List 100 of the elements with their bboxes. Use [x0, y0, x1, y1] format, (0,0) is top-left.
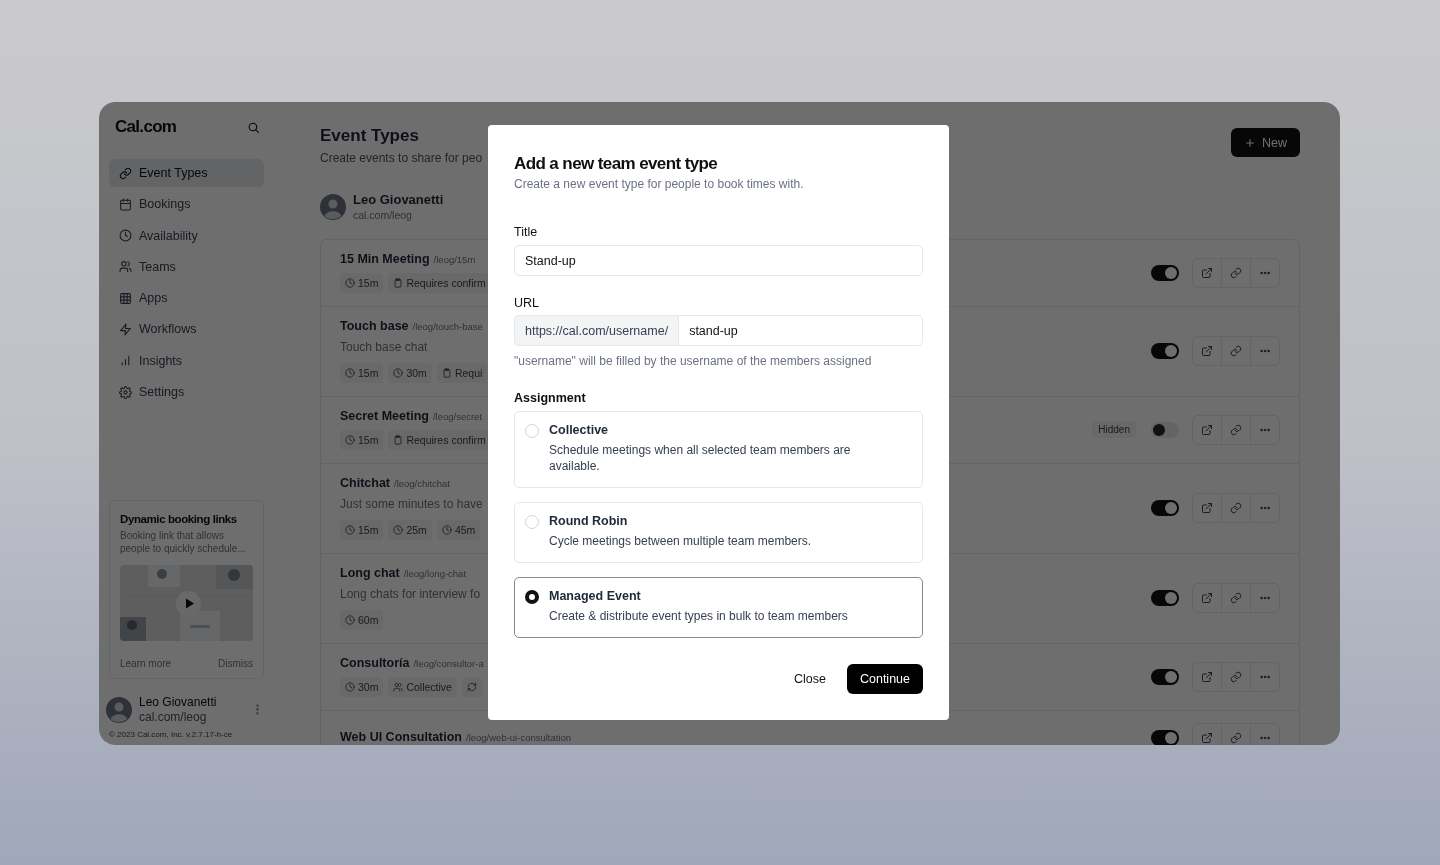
link-icon — [1230, 592, 1242, 604]
url-slug-field[interactable]: stand-up — [678, 315, 923, 346]
event-description: Just some minutes to have — [340, 496, 483, 512]
event-slug: /leog/touch-base — [412, 321, 483, 332]
toggle-switch[interactable] — [1151, 500, 1179, 516]
event-description: Long chats for interview fo — [340, 586, 481, 602]
profile-name: Leo Giovanetti — [353, 192, 444, 207]
learn-more-link[interactable]: Learn more — [120, 658, 172, 669]
lightning-icon — [119, 323, 132, 336]
page-subtitle: Create events to share for peo — [320, 151, 483, 165]
nav-item[interactable]: Teams — [109, 252, 264, 281]
tag-label: 25m — [406, 524, 427, 536]
copyright-text: © 2023 Cal.com, Inc. v.2.7.17-h-ce — [109, 730, 234, 739]
tag-label: 30m — [358, 681, 379, 693]
nav-item[interactable]: Availability — [109, 221, 264, 250]
toggle-switch[interactable] — [1151, 264, 1179, 281]
continue-button[interactable]: Continue — [846, 664, 923, 694]
event-title: Consultoría — [340, 656, 410, 670]
page-title: Event Types — [320, 126, 420, 146]
assignment-option[interactable]: Collective Schedule meetings when all selected team members are available. — [514, 411, 923, 488]
event-slug: /leog/chitchat — [394, 478, 450, 489]
nav-item[interactable]: Bookings — [109, 190, 264, 219]
clock-icon — [345, 525, 355, 535]
toggle-switch[interactable] — [1151, 590, 1179, 606]
clock-icon — [119, 229, 132, 243]
search-icon[interactable] — [247, 120, 260, 134]
title-field[interactable]: Stand-up — [514, 245, 923, 276]
new-button[interactable]: New — [1231, 128, 1300, 157]
external-link-icon — [1201, 592, 1213, 604]
clipboard-icon — [393, 278, 404, 288]
nav-item[interactable]: Apps — [109, 284, 264, 313]
option-name: Managed Event — [549, 589, 642, 603]
dialog-title: Add a new team event type — [514, 154, 719, 174]
event-slug: /leog/long-chat — [403, 568, 467, 579]
toggle-switch[interactable] — [1151, 668, 1179, 685]
event-slug: /leog/15m — [433, 254, 476, 265]
option-name: Round Robin — [549, 514, 629, 528]
tag-label: Requi — [454, 367, 483, 379]
nav-item[interactable]: Insights — [109, 346, 264, 375]
field-label: Title — [514, 225, 539, 239]
assignment-option[interactable]: Managed Event Create & distribute event types in bulk to team members — [514, 577, 923, 638]
clipboard-icon — [393, 435, 404, 445]
avatar — [106, 696, 132, 723]
field-label: URL — [514, 296, 540, 310]
clock-icon — [345, 435, 355, 445]
users-icon — [393, 682, 404, 692]
users-icon — [119, 260, 132, 274]
option-name: Collective — [549, 423, 610, 437]
promo-title: Dynamic booking links — [120, 513, 238, 525]
tag-label: 45m — [454, 524, 476, 536]
tag-label: 30m — [406, 367, 427, 379]
plus-icon — [1244, 136, 1256, 149]
dismiss-link[interactable]: Dismiss — [218, 658, 253, 669]
tag-label: 15m — [358, 277, 379, 289]
event-slug: /leog/consultor-a — [413, 658, 484, 669]
toggle-switch[interactable] — [1151, 343, 1179, 359]
option-description: Schedule meetings when all selected team members are available. — [549, 442, 852, 474]
user-name: Leo Giovanetti — [139, 695, 217, 709]
toggle-switch[interactable] — [1151, 730, 1179, 745]
clock-icon — [345, 368, 355, 378]
close-button[interactable]: Close — [781, 664, 839, 694]
link-icon — [1230, 266, 1242, 279]
hidden-badge: Hidden — [1092, 421, 1136, 438]
event-title: Secret Meeting — [340, 409, 429, 423]
settings-icon — [119, 385, 132, 399]
event-slug: /leog/web-ui-consultation — [466, 732, 572, 743]
option-description: Create & distribute event types in bulk to team members — [549, 608, 848, 624]
radio-button[interactable] — [525, 590, 539, 604]
nav-item[interactable]: Settings — [109, 378, 264, 407]
url-prefix: https://cal.com/username/ — [514, 315, 679, 346]
clock-icon — [345, 278, 355, 288]
external-link-icon — [1201, 345, 1213, 357]
toggle-switch[interactable] — [1151, 421, 1179, 438]
tag-label: 15m — [358, 434, 379, 446]
link-icon — [1230, 670, 1242, 683]
clipboard-icon — [441, 368, 452, 378]
link-icon — [1230, 502, 1242, 514]
clock-icon — [345, 682, 355, 692]
external-link-icon — [1201, 670, 1213, 683]
nav-item[interactable]: Event Types — [109, 159, 264, 187]
tag-label: Requires confirm — [406, 434, 486, 446]
grid-icon — [119, 291, 132, 305]
external-link-icon — [1201, 732, 1213, 744]
tag-label: 60m — [358, 614, 379, 626]
option-description: Cycle meetings between multiple team members. — [549, 533, 812, 549]
user-handle: cal.com/leog — [139, 710, 208, 724]
assignment-option[interactable]: Round Robin Cycle meetings between multiple team members. — [514, 502, 923, 563]
external-link-icon — [1201, 502, 1213, 514]
event-description: Touch base chat — [340, 339, 429, 355]
event-title: Touch base — [340, 319, 409, 333]
event-slug: /leog/secret — [432, 411, 483, 422]
field-hint: "username" will be filled by the username of the members assigned — [514, 354, 873, 368]
tag-label: 15m — [358, 367, 379, 379]
link-icon — [1230, 423, 1242, 436]
refresh-icon — [466, 682, 477, 692]
field-label: Assignment — [514, 391, 587, 405]
nav-item[interactable]: Workflows — [109, 315, 264, 344]
profile-handle: cal.com/leog — [353, 209, 413, 221]
logo: Cal.com — [115, 117, 177, 137]
promo-text: Booking link that allows people to quickly schedule... — [120, 529, 247, 555]
